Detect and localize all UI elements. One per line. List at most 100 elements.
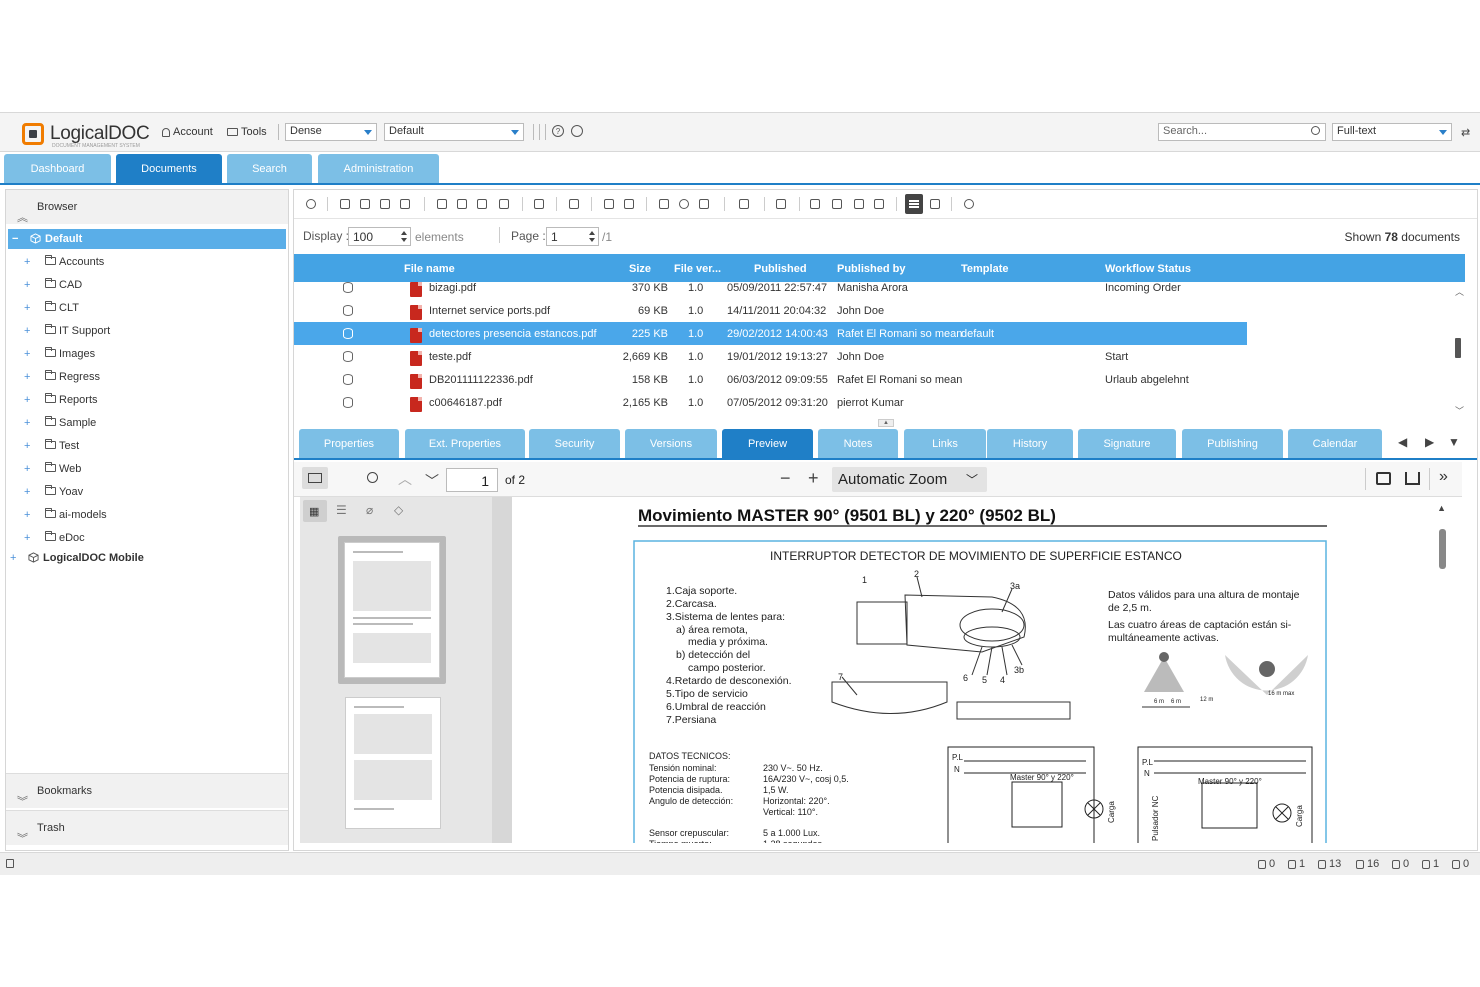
search-icon[interactable]: [1311, 126, 1320, 135]
upload-icon[interactable]: [437, 199, 447, 209]
search-input[interactable]: Search...: [1158, 123, 1326, 141]
expand-plus-icon[interactable]: +: [24, 459, 30, 479]
tree-root-mobile[interactable]: + LogicalDOC Mobile: [6, 548, 286, 568]
new-doc-icon[interactable]: [499, 199, 509, 209]
filter-icon[interactable]: [810, 199, 820, 209]
trash-header[interactable]: ︾ Trash: [6, 810, 288, 845]
tab-properties[interactable]: Properties: [299, 429, 399, 459]
clipboard-icon[interactable]: [6, 859, 14, 868]
gallery-view-icon[interactable]: [930, 199, 940, 209]
density-select[interactable]: Dense: [285, 123, 377, 141]
download-icon[interactable]: [340, 199, 350, 209]
expand-plus-icon[interactable]: +: [24, 275, 30, 295]
tree-folder-item[interactable]: + IT Support: [6, 321, 286, 341]
tab-administration[interactable]: Administration: [318, 154, 439, 184]
table-row[interactable]: c00646187.pdf 2,165 KB 1.0 07/05/2012 09:31…: [294, 391, 1247, 414]
tree-folder-item[interactable]: + eDoc: [6, 528, 286, 548]
bookmarks-header[interactable]: ︾ Bookmarks: [6, 773, 288, 808]
table-row[interactable]: Internet service ports.pdf 69 KB 1.0 14/11/…: [294, 299, 1247, 322]
swap-icon[interactable]: ⇄: [1461, 126, 1470, 139]
signed-count[interactable]: 0: [1452, 858, 1469, 870]
col-published-by[interactable]: Published by: [837, 263, 905, 275]
expand-plus-icon[interactable]: +: [24, 298, 30, 318]
tree-folder-item[interactable]: + Sample: [6, 413, 286, 433]
table-row[interactable]: teste.pdf 2,669 KB 1.0 19/01/2012 19:13:27 J…: [294, 345, 1247, 368]
tab-links[interactable]: Links: [904, 429, 986, 459]
pdf-scrollbar-thumb[interactable]: [1439, 529, 1446, 569]
tools-expand-icon[interactable]: »: [1439, 468, 1448, 486]
search-mode-select[interactable]: Full-text: [1332, 123, 1452, 141]
page-input[interactable]: 1: [546, 227, 599, 246]
sidebar-toggle-button[interactable]: [302, 467, 328, 489]
thumbnail-page-1-selected[interactable]: [338, 536, 446, 684]
account-menu[interactable]: Account: [162, 126, 213, 138]
attachment-icon[interactable]: ⌀: [366, 503, 373, 517]
expand-plus-icon[interactable]: +: [24, 344, 30, 364]
collapse-minus-icon[interactable]: −: [12, 229, 18, 249]
splitter-handle[interactable]: ▲: [878, 419, 894, 427]
table-row[interactable]: DB201111122336.pdf 158 KB 1.0 06/03/2012 09…: [294, 368, 1247, 391]
grid-scrollbar-thumb[interactable]: [1455, 338, 1461, 358]
template-select[interactable]: Default: [384, 123, 524, 141]
spin-up-icon[interactable]: [401, 231, 407, 235]
expand-plus-icon[interactable]: +: [24, 252, 30, 272]
find-icon[interactable]: [367, 472, 378, 483]
zoom-out-icon[interactable]: −: [780, 468, 791, 489]
expand-plus-icon[interactable]: +: [10, 548, 16, 568]
col-size[interactable]: Size: [629, 263, 651, 275]
dropper-icon[interactable]: [659, 199, 669, 209]
outline-icon[interactable]: ☰: [336, 503, 347, 517]
table-row[interactable]: detectores presencia estancos.pdf 225 KB 1…: [294, 322, 1247, 345]
tree-folder-item[interactable]: + CAD: [6, 275, 286, 295]
col-template[interactable]: Template: [961, 263, 1008, 275]
expand-plus-icon[interactable]: +: [24, 528, 30, 548]
thumbnail-page-2[interactable]: [345, 697, 441, 829]
tab-search[interactable]: Search: [227, 154, 312, 184]
tab-ext-properties[interactable]: Ext. Properties: [405, 429, 525, 459]
verify-icon[interactable]: [679, 199, 689, 209]
office-icon[interactable]: [400, 199, 410, 209]
display-count-input[interactable]: 100: [348, 227, 411, 246]
tab-notes[interactable]: Notes: [818, 429, 898, 459]
link-icon[interactable]: [739, 199, 749, 209]
tree-folder-item[interactable]: + ai-models: [6, 505, 286, 525]
tab-history[interactable]: History: [987, 429, 1073, 459]
copy-icon[interactable]: [380, 199, 390, 209]
expand-plus-icon[interactable]: +: [24, 367, 30, 387]
expand-plus-icon[interactable]: +: [24, 505, 30, 525]
tree-folder-item[interactable]: + Regress: [6, 367, 286, 387]
tab-publishing[interactable]: Publishing: [1182, 429, 1283, 459]
checked-out-count[interactable]: 1: [1288, 858, 1305, 870]
tab-versions[interactable]: Versions: [625, 429, 717, 459]
power-icon[interactable]: [571, 125, 583, 137]
col-published[interactable]: Published: [754, 263, 807, 275]
tree-folder-item[interactable]: + Reports: [6, 390, 286, 410]
tab-calendar[interactable]: Calendar: [1288, 429, 1382, 459]
col-workflow-status[interactable]: Workflow Status: [1105, 263, 1191, 275]
locked-count[interactable]: 0: [1258, 858, 1275, 870]
expand-plus-icon[interactable]: +: [24, 321, 30, 341]
expand-plus-icon[interactable]: +: [24, 436, 30, 456]
expand-plus-icon[interactable]: +: [24, 482, 30, 502]
archive-icon[interactable]: [569, 199, 579, 209]
tab-security[interactable]: Security: [529, 429, 620, 459]
tools-menu[interactable]: Tools: [227, 126, 267, 138]
tree-folder-item[interactable]: + Accounts: [6, 252, 286, 272]
save-icon[interactable]: [874, 199, 884, 209]
next-page-icon[interactable]: ﹀: [425, 471, 439, 491]
tree-folder-item[interactable]: + Images: [6, 344, 286, 364]
pdf-page-input[interactable]: 1: [446, 468, 498, 492]
calendar-icon[interactable]: [776, 199, 786, 209]
tree-folder-item[interactable]: + Test: [6, 436, 286, 456]
tree-folder-item[interactable]: + Web: [6, 459, 286, 479]
print-icon[interactable]: [1376, 472, 1391, 485]
tree-folder-item[interactable]: + CLT: [6, 298, 286, 318]
tab-preview[interactable]: Preview: [722, 429, 813, 459]
col-file-version[interactable]: File ver...: [674, 263, 721, 275]
browser-header[interactable]: ︽ Browser: [6, 190, 288, 224]
spin-down-icon[interactable]: [401, 238, 407, 242]
email-count[interactable]: 16: [1356, 858, 1379, 870]
tab-menu-icon[interactable]: ▼: [1448, 435, 1460, 449]
layers-icon[interactable]: ◇: [394, 503, 403, 517]
tab-scroll-right-icon[interactable]: ▶: [1425, 435, 1434, 449]
